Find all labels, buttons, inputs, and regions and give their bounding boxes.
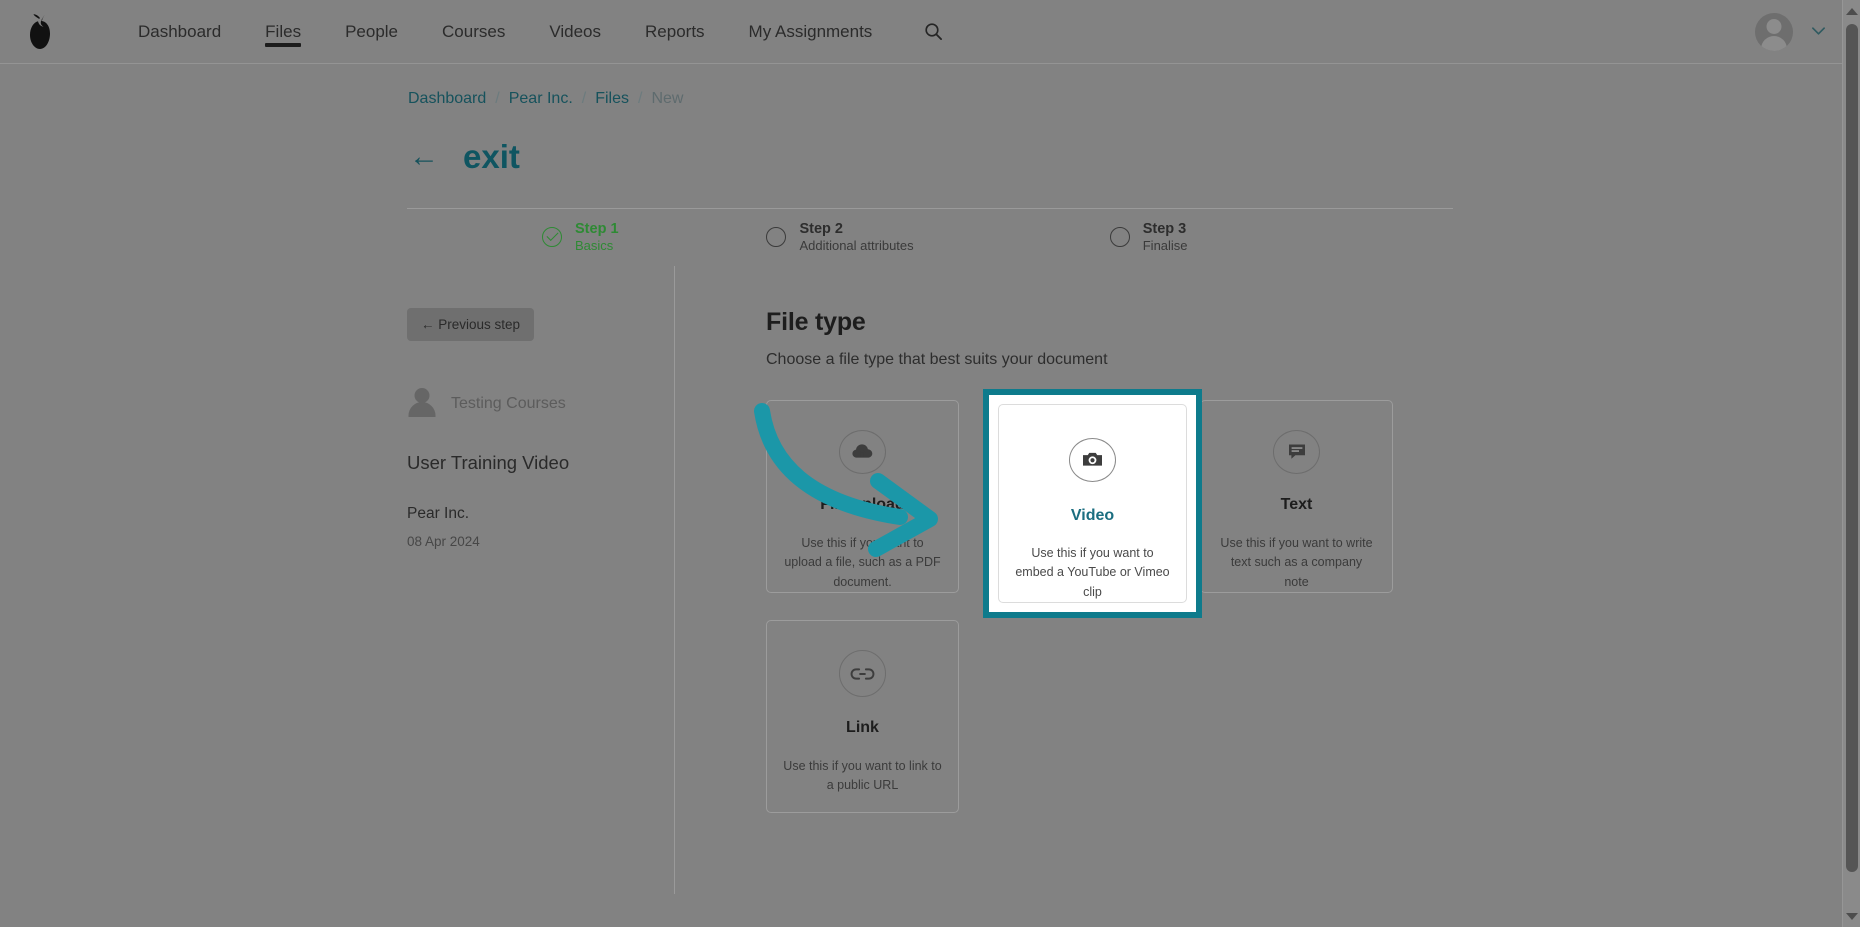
document-name: User Training Video [407,452,570,473]
search-icon[interactable] [916,15,950,49]
step-2-subtitle: Additional attributes [799,238,914,254]
file-type-title-text: Text [1280,495,1313,513]
file-type-title-video: Video [1070,506,1115,524]
file-type-desc-video: Use this if you want to embed a YouTube … [1015,545,1170,599]
file-type-desc-text: Use this if you want to write text such … [1220,535,1373,589]
back-arrow-icon[interactable]: ← [409,142,439,172]
breadcrumb: Dashboard / Pear Inc. / Files / New [407,90,1453,108]
file-type-card-grid: File upload Use this if you want to uplo… [754,389,1453,813]
scrollbar-thumb[interactable] [1846,24,1858,872]
page-title-row: ← exit [407,133,1453,181]
step-3[interactable]: Step 3 Finalise [1109,220,1453,255]
nav-item-videos[interactable]: Videos [527,0,623,64]
document-date: 08 Apr 2024 [407,534,480,549]
nav-item-my-assignments[interactable]: My Assignments [727,0,895,64]
file-type-desc-link: Use this if you want to link to a public… [783,759,942,793]
pear-logo-icon[interactable] [8,0,72,64]
previous-step-button[interactable]: ← Previous step [407,308,535,341]
owner-name: Testing Courses [451,395,566,412]
file-type-title-link: Link [846,719,879,736]
file-type-card-link[interactable]: Link Use this if you want to link to a p… [766,620,959,813]
file-type-card-text[interactable]: Text Use this if you want to write text … [1200,400,1393,593]
main-nav-links: Dashboard Files People Courses Videos Re… [116,0,950,64]
file-type-card-file-upload[interactable]: File upload Use this if you want to uplo… [766,400,959,593]
step-3-title: Step 3 [1142,220,1187,237]
scroll-down-arrow-icon[interactable] [1843,907,1860,925]
step-1-title: Step 1 [575,220,619,237]
breadcrumb-separator: / [638,90,643,107]
comment-icon [1273,430,1320,474]
breadcrumb-item-pear-inc[interactable]: Pear Inc. [509,90,573,108]
step-2-text: Step 2 Additional attributes [799,220,913,255]
breadcrumb-separator: / [495,90,500,107]
owner-avatar-body [408,402,436,417]
nav-item-files[interactable]: Files [243,0,323,64]
avatar[interactable] [1755,13,1793,51]
nav-item-people[interactable]: People [323,0,420,64]
top-navigation-bar: Dashboard Files People Courses Videos Re… [0,0,1860,64]
section-subtitle: Choose a file type that best suits your … [766,351,1108,368]
nav-right-cluster [1755,0,1826,64]
vertical-scrollbar[interactable] [1842,0,1860,927]
step-progress-bar: Step 1 Basics Step 2 Additional attribut… [407,208,1453,266]
page-content: Dashboard / Pear Inc. / Files / New ← ex… [407,64,1453,894]
page-title[interactable]: exit [463,138,520,176]
section-title: File type [766,308,866,336]
file-type-panel: File type Choose a file type that best s… [675,266,1453,894]
content-split: ← Previous step Testing Courses User Tra… [407,266,1453,894]
step-2-title: Step 2 [799,220,843,237]
owner-avatar-head [414,388,430,403]
link-icon [839,650,886,697]
step-2[interactable]: Step 2 Additional attributes [766,220,1109,255]
owner-row: Testing Courses [407,388,674,420]
check-circle-icon [542,227,562,248]
step-3-text: Step 3 Finalise [1143,220,1188,255]
nav-item-reports[interactable]: Reports [623,0,727,64]
cloud-upload-icon [839,430,886,474]
step-3-subtitle: Finalise [1142,238,1188,254]
step-1[interactable]: Step 1 Basics [407,220,766,255]
file-type-card-video-highlight: Video Use this if you want to embed a Yo… [983,389,1202,618]
file-type-title-file-upload: File upload [820,495,905,513]
empty-circle-icon [766,227,787,248]
breadcrumb-item-files[interactable]: Files [595,90,629,108]
nav-item-courses[interactable]: Courses [420,0,527,64]
organisation-name: Pear Inc. [407,505,470,522]
breadcrumb-item-dashboard[interactable]: Dashboard [408,90,486,108]
file-type-card-video[interactable]: Video Use this if you want to embed a Yo… [998,404,1187,603]
camera-icon [1069,438,1116,482]
avatar-body [1761,36,1787,51]
scroll-up-arrow-icon[interactable] [1843,2,1860,20]
breadcrumb-separator: / [581,90,587,107]
step-1-subtitle: Basics [575,238,614,254]
document-sidebar: ← Previous step Testing Courses User Tra… [407,266,675,894]
chevron-down-icon[interactable] [1811,23,1826,41]
breadcrumb-item-new: New [651,90,684,107]
avatar-head [1766,19,1782,34]
step-1-text: Step 1 Basics [575,220,619,255]
owner-avatar-icon [407,388,437,420]
empty-circle-icon [1109,227,1130,248]
nav-item-dashboard[interactable]: Dashboard [116,0,243,64]
file-type-desc-file-upload: Use this if you want to upload a file, s… [784,535,941,589]
page-root: Dashboard Files People Courses Videos Re… [0,0,1860,927]
